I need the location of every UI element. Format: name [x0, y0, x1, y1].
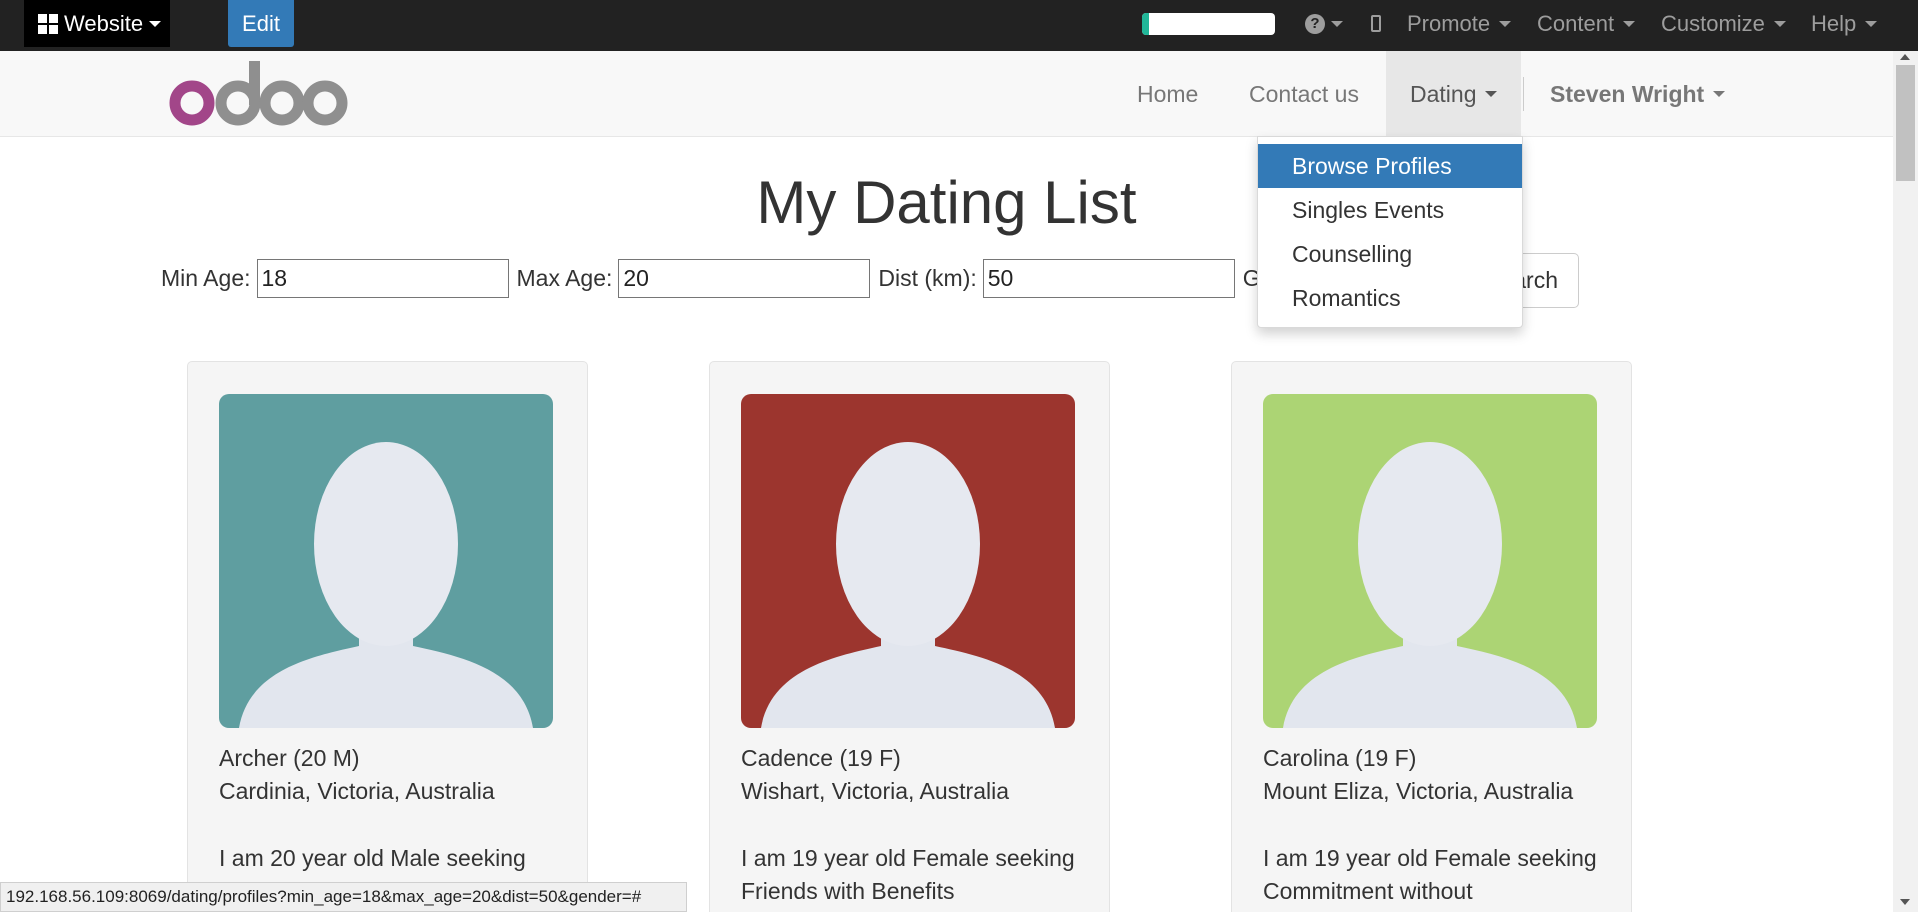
customize-label: Customize	[1661, 10, 1765, 36]
caret-down-icon	[1865, 20, 1878, 27]
avatar[interactable]	[1263, 394, 1597, 728]
scroll-up-arrow-icon[interactable]	[1900, 54, 1910, 60]
dating-dropdown-menu: Browse Profiles Singles Events Counselli…	[1257, 136, 1523, 328]
caret-down-icon	[1331, 20, 1343, 27]
caret-down-icon	[1485, 91, 1498, 97]
promote-label: Promote	[1407, 10, 1491, 36]
mobile-preview-button[interactable]	[1371, 0, 1381, 47]
admin-bar: Website Edit ? Promote Content Customize…	[0, 0, 1918, 51]
customize-menu[interactable]: Customize	[1661, 0, 1786, 47]
content-menu[interactable]: Content	[1537, 0, 1636, 47]
vertical-scrollbar[interactable]	[1893, 51, 1918, 912]
nav-home[interactable]: Home	[1137, 51, 1198, 137]
max-age-input[interactable]	[618, 258, 871, 298]
apps-grid-icon	[38, 13, 58, 34]
profile-description: I am 19 year old Female seeking Commitme…	[1263, 845, 1597, 904]
edit-button[interactable]: Edit	[228, 0, 294, 47]
profile-name[interactable]: Archer (20 M)	[219, 742, 569, 775]
question-circle-icon: ?	[1305, 13, 1325, 34]
mobile-icon	[1371, 15, 1381, 32]
help-menu[interactable]: Help	[1811, 0, 1878, 47]
dist-input[interactable]	[982, 258, 1235, 298]
person-silhouette-icon	[741, 394, 1075, 728]
min-age-label: Min Age:	[161, 264, 251, 291]
profile-location: Cardinia, Victoria, Australia	[219, 778, 495, 804]
site-navbar: odoo Home Contact us Dating Steven Wrigh…	[0, 51, 1893, 137]
help-label: Help	[1811, 10, 1857, 36]
profile-card[interactable]: Archer (20 M) Cardinia, Victoria, Austra…	[187, 361, 588, 912]
help-question-button[interactable]: ?	[1305, 0, 1343, 47]
scrollbar-thumb[interactable]	[1896, 65, 1915, 181]
dropdown-item-romantics[interactable]: Romantics	[1258, 276, 1522, 320]
profile-description: I am 19 year old Female seeking Friends …	[741, 845, 1075, 904]
nav-divider	[1523, 77, 1524, 111]
caret-down-icon	[1623, 20, 1636, 27]
profile-card[interactable]: Carolina (19 F) Mount Eliza, Victoria, A…	[1231, 361, 1632, 912]
caret-down-icon	[1713, 91, 1726, 97]
profile-card[interactable]: Cadence (19 F) Wishart, Victoria, Austra…	[709, 361, 1110, 912]
filter-form: Min Age: Max Age: Dist (km): G	[161, 258, 1267, 298]
logo-text: odoo	[168, 59, 171, 60]
odoo-logo[interactable]: odoo	[168, 59, 348, 129]
avatar[interactable]	[741, 394, 1075, 728]
profile-location: Mount Eliza, Victoria, Australia	[1263, 778, 1574, 804]
min-age-input[interactable]	[256, 258, 509, 298]
profile-name[interactable]: Carolina (19 F)	[1263, 742, 1613, 775]
profile-location: Wishart, Victoria, Australia	[741, 778, 1010, 804]
scroll-down-arrow-icon[interactable]	[1900, 899, 1910, 905]
website-menu-label: Website	[64, 10, 144, 36]
nav-dating[interactable]: Dating	[1386, 51, 1522, 137]
caret-down-icon	[1499, 20, 1512, 27]
nav-dating-label: Dating	[1410, 80, 1477, 107]
status-bar-url: 192.168.56.109:8069/dating/profiles?min_…	[0, 882, 687, 912]
profile-description: I am 20 year old Male seeking	[219, 845, 526, 871]
caret-down-icon	[1773, 20, 1786, 27]
nav-contact-us[interactable]: Contact us	[1249, 51, 1359, 137]
person-silhouette-icon	[1263, 394, 1597, 728]
promote-menu[interactable]: Promote	[1407, 0, 1512, 47]
dropdown-item-counselling[interactable]: Counselling	[1258, 232, 1522, 276]
dropdown-item-browse-profiles[interactable]: Browse Profiles	[1258, 144, 1522, 188]
dist-label: Dist (km):	[878, 264, 977, 291]
content-label: Content	[1537, 10, 1615, 36]
website-menu-button[interactable]: Website	[24, 0, 170, 47]
profile-name[interactable]: Cadence (19 F)	[741, 742, 1091, 775]
caret-down-icon	[149, 20, 162, 27]
dropdown-item-singles-events[interactable]: Singles Events	[1258, 188, 1522, 232]
person-silhouette-icon	[219, 394, 553, 728]
max-age-label: Max Age:	[516, 264, 613, 291]
progress-fill	[1142, 13, 1149, 35]
page-title: My Dating List	[756, 169, 1137, 236]
nav-user-menu[interactable]: Steven Wright	[1550, 51, 1726, 137]
user-name: Steven Wright	[1550, 80, 1705, 107]
avatar[interactable]	[219, 394, 553, 728]
progress-bar	[1142, 13, 1275, 35]
